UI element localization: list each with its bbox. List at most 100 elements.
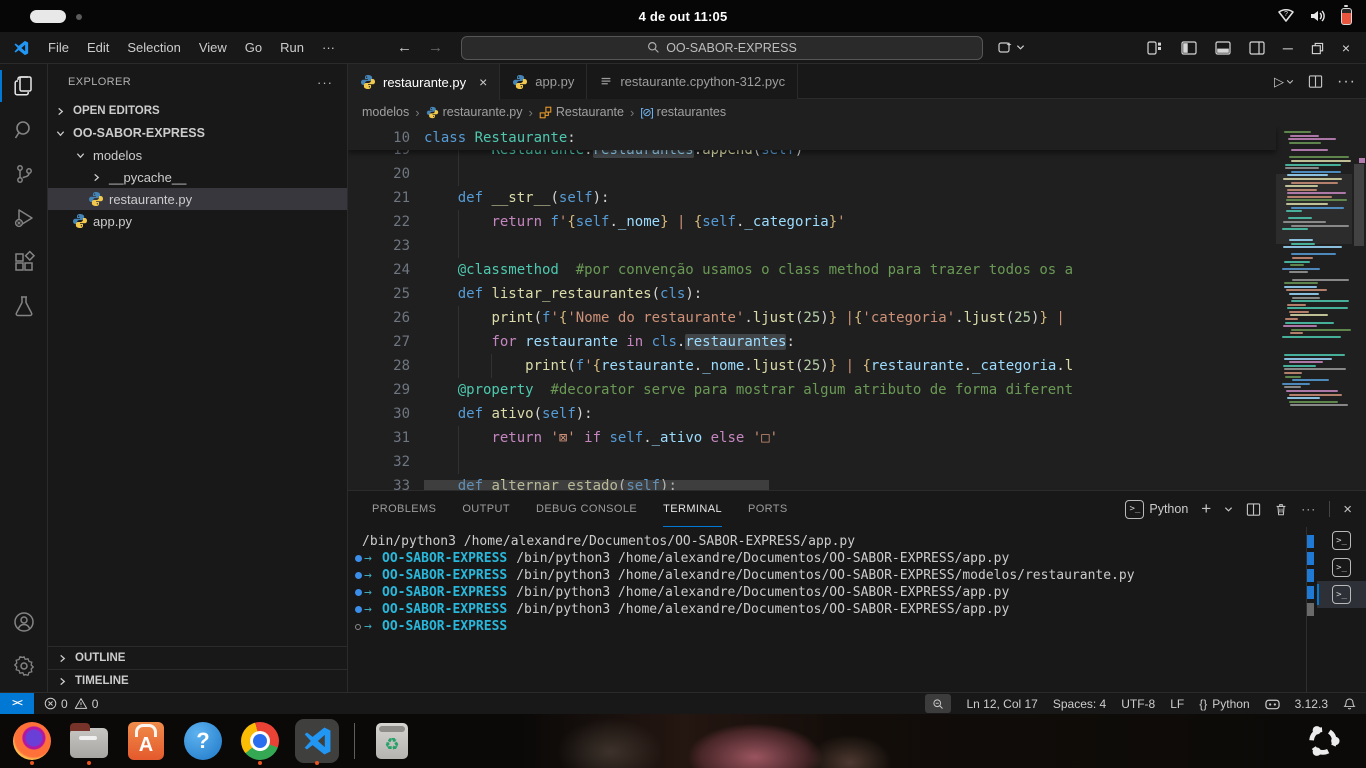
kill-terminal-icon[interactable]: [1274, 502, 1288, 517]
tree-item-modelos[interactable]: modelos: [48, 144, 347, 166]
dock-trash-icon[interactable]: ♻: [370, 719, 414, 763]
account-icon[interactable]: [0, 600, 48, 644]
terminal-instance-2[interactable]: >_: [1317, 554, 1366, 581]
vscode-logo-icon[interactable]: [12, 39, 30, 57]
dock-vscode-icon[interactable]: [295, 719, 339, 763]
minimap[interactable]: [1276, 126, 1352, 490]
explorer-more-icon[interactable]: ···: [317, 75, 333, 90]
code-line[interactable]: 19 Restaurante.restaurantes.append(self): [348, 150, 1276, 162]
ubuntu-logo-icon[interactable]: [1304, 722, 1342, 760]
panel-tab-debug-console[interactable]: DEBUG CONSOLE: [536, 491, 637, 527]
toggle-secondary-sidebar-icon[interactable]: [1249, 40, 1265, 56]
system-clock[interactable]: 4 de out 11:05: [0, 9, 1366, 24]
terminal-instance-1[interactable]: >_: [1317, 527, 1366, 554]
nav-forward-icon[interactable]: →: [428, 39, 443, 56]
eol-sequence[interactable]: LF: [1170, 697, 1184, 711]
menu-selection[interactable]: Selection: [119, 36, 188, 59]
indentation[interactable]: Spaces: 4: [1053, 697, 1106, 711]
testing-icon[interactable]: [0, 284, 48, 328]
restore-button[interactable]: [1311, 42, 1324, 55]
workspace-root-row[interactable]: OO-SABOR-EXPRESS: [48, 122, 347, 144]
new-terminal-button[interactable]: +: [1201, 499, 1211, 519]
code-editor[interactable]: 10class Restaurante:19 Restaurante.resta…: [348, 126, 1366, 490]
code-line[interactable]: 23: [348, 234, 1276, 258]
settings-gear-icon[interactable]: [0, 644, 48, 688]
split-editor-icon[interactable]: [1308, 74, 1323, 89]
cursor-position[interactable]: Ln 12, Col 17: [966, 697, 1037, 711]
command-success-dot[interactable]: [352, 606, 364, 613]
terminal-dropdown-icon[interactable]: [1224, 505, 1233, 514]
copilot-new-chat-button[interactable]: [997, 40, 1025, 56]
terminal-shell-label[interactable]: >_ Python: [1125, 500, 1188, 519]
open-editors-section[interactable]: OPEN EDITORS: [48, 100, 347, 122]
panel-tab-ports[interactable]: PORTS: [748, 491, 788, 527]
code-line[interactable]: 24 @classmethod #por convenção usamos o …: [348, 258, 1276, 282]
encoding[interactable]: UTF-8: [1121, 697, 1155, 711]
toggle-panel-icon[interactable]: [1215, 40, 1231, 56]
breadcrumb-Restaurante[interactable]: Restaurante: [539, 105, 624, 119]
search-view-icon[interactable]: [0, 108, 48, 152]
run-python-button[interactable]: ▷: [1274, 74, 1294, 90]
nav-back-icon[interactable]: ←: [397, 39, 412, 56]
menu-edit[interactable]: Edit: [79, 36, 117, 59]
breadcrumb-modelos[interactable]: modelos: [362, 105, 409, 119]
warnings-icon[interactable]: 0: [74, 697, 99, 711]
explorer-icon[interactable]: [0, 64, 48, 108]
editor-more-actions-icon[interactable]: ···: [1337, 73, 1356, 91]
code-line[interactable]: 22 return f'{self._nome} | {self._catego…: [348, 210, 1276, 234]
code-line[interactable]: 31 return '⊠' if self._ativo else '□': [348, 426, 1276, 450]
zoom-indicator[interactable]: [925, 694, 951, 713]
code-line[interactable]: 20: [348, 162, 1276, 186]
code-line[interactable]: 26 print(f'{'Nome do restaurante'.ljust(…: [348, 306, 1276, 330]
panel-tab-output[interactable]: OUTPUT: [462, 491, 510, 527]
dock-ubuntu-software-icon[interactable]: A: [124, 719, 168, 763]
vertical-scrollbar[interactable]: [1352, 126, 1366, 490]
tree-item-apppy[interactable]: app.py: [48, 210, 347, 232]
code-line[interactable]: 29 @property #decorator serve para mostr…: [348, 378, 1276, 402]
remote-indicator[interactable]: ><: [0, 693, 34, 715]
source-control-icon[interactable]: [0, 152, 48, 196]
terminal-instance-3[interactable]: >_: [1317, 581, 1366, 608]
dock-chrome-icon[interactable]: [238, 719, 282, 763]
tree-item-pycache[interactable]: __pycache__: [48, 166, 347, 188]
breadcrumb-restaurantepy[interactable]: restaurante.py: [426, 105, 523, 119]
command-success-dot[interactable]: [352, 572, 364, 579]
command-pending-dot[interactable]: [352, 624, 364, 630]
notifications-bell-icon[interactable]: [1343, 697, 1356, 711]
menu-view[interactable]: View: [191, 36, 235, 59]
section-timeline[interactable]: TIMELINE: [48, 669, 347, 692]
tab-restaurantecpython312pyc[interactable]: restaurante.cpython-312.pyc: [587, 64, 798, 99]
section-outline[interactable]: OUTLINE: [48, 646, 347, 669]
code-line[interactable]: 32: [348, 450, 1276, 474]
close-button[interactable]: ×: [1342, 40, 1350, 56]
command-success-dot[interactable]: [352, 555, 364, 562]
wifi-icon[interactable]: ?: [1277, 8, 1295, 24]
close-panel-icon[interactable]: ×: [1343, 501, 1352, 518]
menu-go[interactable]: Go: [237, 36, 270, 59]
dock-files-icon[interactable]: [67, 719, 111, 763]
dock-firefox-icon[interactable]: [10, 719, 54, 763]
code-line[interactable]: 21 def __str__(self):: [348, 186, 1276, 210]
panel-tab-terminal[interactable]: TERMINAL: [663, 491, 722, 527]
code-line[interactable]: 10class Restaurante:: [348, 126, 1276, 150]
battery-icon[interactable]: [1341, 8, 1352, 25]
volume-icon[interactable]: [1309, 8, 1327, 24]
terminal-output[interactable]: /bin/python3 /home/alexandre/Documentos/…: [348, 527, 1306, 692]
language-mode[interactable]: {}Python: [1199, 697, 1249, 711]
command-success-dot[interactable]: [352, 589, 364, 596]
tab-apppy[interactable]: app.py: [500, 64, 587, 99]
toggle-primary-sidebar-icon[interactable]: [1181, 40, 1197, 56]
menu-run[interactable]: Run: [272, 36, 312, 59]
run-debug-icon[interactable]: [0, 196, 48, 240]
extensions-icon[interactable]: [0, 240, 48, 284]
panel-more-actions-icon[interactable]: ···: [1301, 502, 1316, 516]
split-terminal-icon[interactable]: [1246, 502, 1261, 517]
panel-tab-problems[interactable]: PROBLEMS: [372, 491, 436, 527]
customize-layout-icon[interactable]: [1147, 40, 1163, 56]
python-version[interactable]: 3.12.3: [1295, 697, 1328, 711]
horizontal-scrollbar[interactable]: [424, 480, 769, 490]
menu-file[interactable]: File: [40, 36, 77, 59]
copilot-icon[interactable]: [1265, 698, 1280, 710]
tab-restaurantepy[interactable]: restaurante.py×: [348, 64, 500, 100]
command-center-search[interactable]: OO-SABOR-EXPRESS: [461, 36, 983, 60]
